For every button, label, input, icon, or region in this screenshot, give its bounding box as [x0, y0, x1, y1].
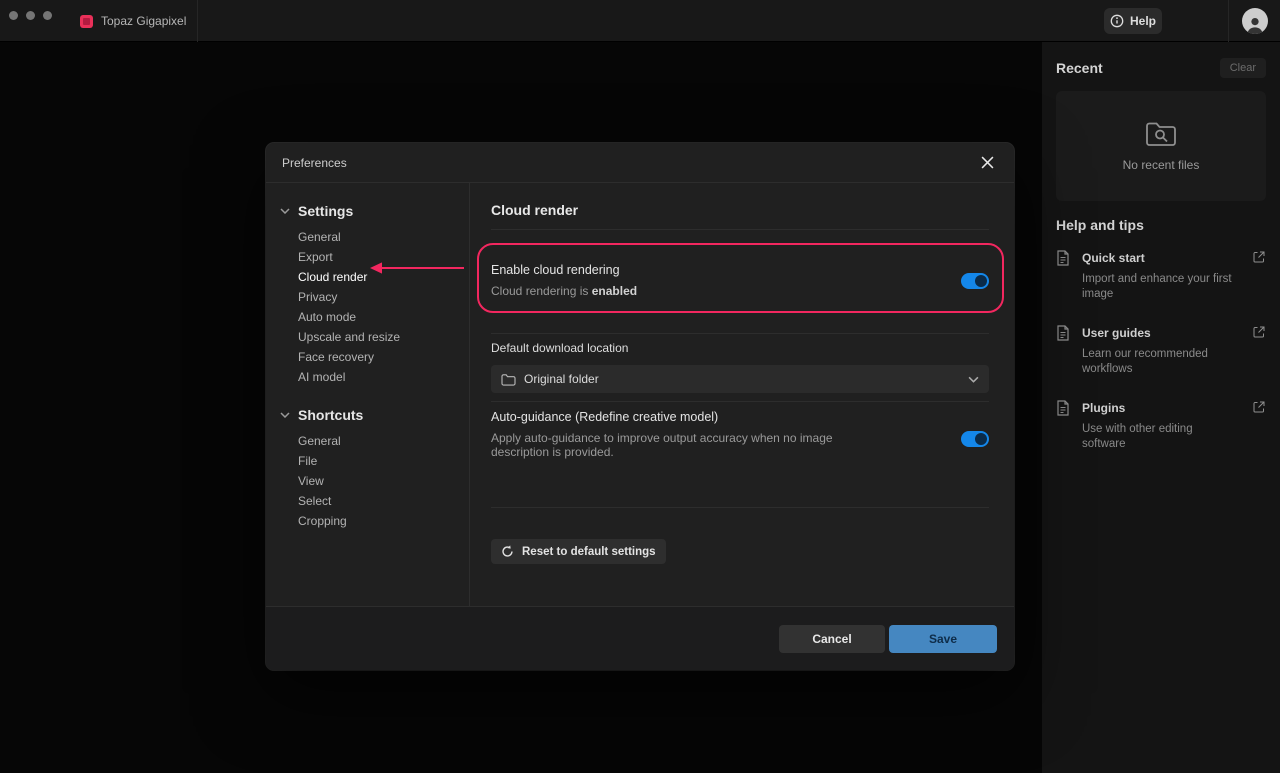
recent-files-empty-state: No recent files — [1056, 91, 1266, 201]
folder-icon — [501, 373, 516, 386]
nav-item-shortcuts-general[interactable]: General — [266, 431, 469, 451]
auto-guidance-description: Apply auto-guidance to improve output ac… — [491, 431, 833, 459]
external-link-icon — [1253, 326, 1266, 377]
nav-section-settings[interactable]: Settings — [266, 199, 469, 223]
clear-recent-button[interactable]: Clear — [1219, 58, 1266, 78]
nav-section-shortcuts[interactable]: Shortcuts — [266, 403, 469, 427]
titlebar-divider — [1228, 0, 1229, 42]
info-icon — [1110, 14, 1124, 28]
document-icon — [1056, 250, 1072, 302]
tip-plugins[interactable]: Plugins Use with other editing software — [1056, 399, 1266, 452]
reset-defaults-button[interactable]: Reset to default settings — [491, 539, 666, 564]
download-location-label: Default download location — [491, 341, 629, 355]
toggle-knob — [975, 274, 987, 287]
auto-guidance-label: Auto-guidance (Redefine creative model) — [491, 410, 719, 424]
settings-nav-list: General Export Cloud render Privacy Auto… — [266, 227, 469, 387]
nav-item-upscale-and-resize[interactable]: Upscale and resize — [266, 327, 469, 347]
nav-settings-label: Settings — [298, 203, 354, 219]
folder-search-icon — [1145, 120, 1177, 148]
nav-shortcuts-label: Shortcuts — [298, 407, 364, 423]
download-location-value: Original folder — [524, 372, 599, 386]
nav-item-privacy[interactable]: Privacy — [266, 287, 469, 307]
help-button-label: Help — [1129, 14, 1156, 28]
nav-item-general[interactable]: General — [266, 227, 469, 247]
nav-item-shortcuts-cropping[interactable]: Cropping — [266, 511, 469, 531]
tip-user-guides[interactable]: User guides Learn our recommended workfl… — [1056, 324, 1266, 377]
titlebar: Topaz Gigapixel Help — [0, 0, 1280, 42]
chevron-down-icon — [968, 376, 979, 383]
download-location-section: Default download location Original folde… — [491, 334, 989, 401]
tip-description: Use with other editing software — [1082, 422, 1193, 450]
titlebar-divider — [197, 0, 198, 42]
nav-item-cloud-render[interactable]: Cloud render — [266, 267, 469, 287]
toggle-knob — [975, 432, 987, 445]
preferences-dialog: Preferences Settings General Export Clou… — [266, 143, 1014, 670]
save-button[interactable]: Save — [889, 624, 997, 653]
status-enabled-text: enabled — [591, 284, 638, 298]
cloud-rendering-status: Cloud rendering is enabled — [491, 284, 638, 298]
nav-item-ai-model[interactable]: AI model — [266, 367, 469, 387]
document-icon — [1056, 400, 1072, 452]
dialog-title: Preferences — [282, 155, 347, 170]
external-link-icon — [1253, 401, 1266, 452]
nav-item-face-recovery[interactable]: Face recovery — [266, 347, 469, 367]
auto-guidance-toggle[interactable] — [961, 430, 989, 447]
app-logo: Topaz Gigapixel — [80, 0, 186, 42]
app-window: Topaz Gigapixel Help Recent Clear No rec… — [0, 0, 1280, 773]
cancel-button[interactable]: Cancel — [779, 624, 885, 653]
tip-title: User guides — [1082, 325, 1151, 340]
topaz-logo-icon — [80, 14, 93, 28]
window-controls — [9, 11, 52, 20]
dialog-header: Preferences — [266, 143, 1014, 183]
download-location-select[interactable]: Original folder — [491, 365, 989, 393]
nav-item-export[interactable]: Export — [266, 247, 469, 267]
chevron-down-icon — [280, 412, 290, 418]
panel-heading: Cloud render — [491, 202, 579, 218]
external-link-icon — [1253, 251, 1266, 302]
reset-button-label: Reset to default settings — [522, 545, 656, 558]
nav-item-auto-mode[interactable]: Auto mode — [266, 307, 469, 327]
close-button[interactable] — [976, 152, 998, 174]
right-sidebar: Recent Clear No recent files Help and ti… — [1042, 42, 1280, 773]
nav-item-shortcuts-select[interactable]: Select — [266, 491, 469, 511]
tip-title: Plugins — [1082, 400, 1126, 415]
help-button[interactable]: Help — [1104, 8, 1162, 34]
chevron-down-icon — [280, 208, 290, 214]
window-minimize-button[interactable] — [26, 11, 35, 20]
enable-cloud-rendering-row: Enable cloud rendering Cloud rendering i… — [491, 230, 989, 333]
cloud-render-panel: Cloud render Enable cloud rendering Clou… — [470, 183, 1014, 606]
close-icon — [981, 156, 994, 169]
no-recent-files-text: No recent files — [1122, 158, 1200, 172]
person-icon — [1245, 15, 1265, 34]
cloud-rendering-toggle[interactable] — [961, 272, 989, 289]
nav-item-shortcuts-view[interactable]: View — [266, 471, 469, 491]
tips-list: Quick start Import and enhance your firs… — [1056, 249, 1266, 452]
preferences-nav: Settings General Export Cloud render Pri… — [266, 183, 470, 606]
reset-icon — [501, 545, 514, 558]
app-title: Topaz Gigapixel — [101, 14, 187, 28]
shortcuts-nav-list: General File View Select Cropping — [266, 431, 469, 531]
window-zoom-button[interactable] — [43, 11, 52, 20]
dialog-footer: Cancel Save — [266, 606, 1014, 670]
tip-description: Import and enhance your first image — [1082, 273, 1232, 300]
enable-cloud-rendering-label: Enable cloud rendering — [491, 263, 620, 277]
nav-item-shortcuts-file[interactable]: File — [266, 451, 469, 471]
auto-guidance-row: Auto-guidance (Redefine creative model) … — [491, 402, 989, 507]
avatar[interactable] — [1242, 8, 1268, 34]
document-icon — [1056, 325, 1072, 377]
tip-title: Quick start — [1082, 251, 1145, 265]
recent-title: Recent — [1056, 60, 1103, 76]
tip-quick-start[interactable]: Quick start Import and enhance your firs… — [1056, 249, 1266, 302]
tip-description: Learn our recommended workflows — [1082, 347, 1208, 375]
help-and-tips-title: Help and tips — [1056, 217, 1144, 233]
window-close-button[interactable] — [9, 11, 18, 20]
